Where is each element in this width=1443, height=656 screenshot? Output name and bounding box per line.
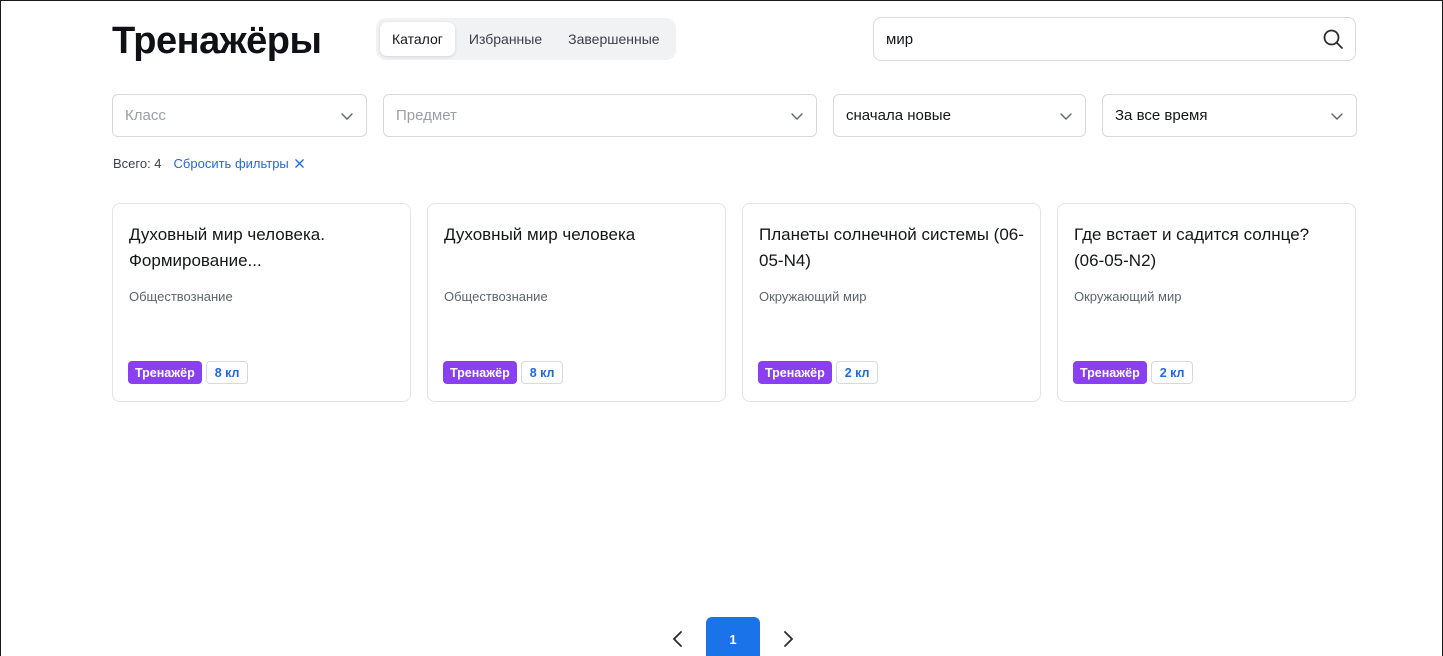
- subject-select-placeholder: Предмет: [396, 107, 457, 124]
- tab-completed[interactable]: Завершенные: [556, 22, 671, 56]
- card-badges: Тренажёр 8 кл: [128, 361, 249, 384]
- reset-filters-link[interactable]: Сбросить фильтры: [174, 156, 304, 171]
- grade-badge: 8 кл: [520, 361, 564, 384]
- card-subject: Окружающий мир: [759, 289, 867, 304]
- chevron-down-icon: [341, 113, 353, 120]
- period-select-value: За все время: [1115, 107, 1208, 124]
- search-icon[interactable]: [1321, 27, 1345, 51]
- next-page-button[interactable]: [772, 619, 804, 656]
- card-subject: Обществознание: [444, 289, 548, 304]
- results-summary: Всего: 4 Сбросить фильтры: [113, 156, 304, 171]
- prev-page-button[interactable]: [662, 619, 694, 656]
- type-badge: Тренажёр: [758, 361, 832, 384]
- grade-select-placeholder: Класс: [125, 107, 166, 124]
- card-badges: Тренажёр 2 кл: [1073, 361, 1194, 384]
- chevron-right-icon: [784, 631, 794, 647]
- period-select[interactable]: За все время: [1102, 94, 1357, 137]
- type-badge: Тренажёр: [1073, 361, 1147, 384]
- card-subject: Окружающий мир: [1074, 289, 1182, 304]
- card-title: Духовный мир человека: [444, 225, 636, 244]
- trainer-card[interactable]: Духовный мир человека Обществознание Тре…: [427, 203, 726, 402]
- search-input[interactable]: [886, 18, 1306, 60]
- tab-favorites[interactable]: Избранные: [457, 22, 554, 56]
- grade-badge: 8 кл: [205, 361, 249, 384]
- reset-filters-label: Сбросить фильтры: [173, 156, 289, 171]
- type-badge: Тренажёр: [128, 361, 202, 384]
- sort-select-value: сначала новые: [846, 107, 951, 124]
- card-badges: Тренажёр 2 кл: [758, 361, 879, 384]
- card-badges: Тренажёр 8 кл: [443, 361, 564, 384]
- subject-select[interactable]: Предмет: [383, 94, 817, 137]
- type-badge: Тренажёр: [443, 361, 517, 384]
- search-box: [873, 17, 1356, 61]
- page-title: Тренажёры: [112, 20, 322, 62]
- chevron-down-icon: [1331, 113, 1343, 120]
- grade-select[interactable]: Класс: [112, 94, 367, 137]
- grade-badge: 2 кл: [835, 361, 879, 384]
- total-count: Всего: 4: [113, 156, 162, 171]
- trainer-card[interactable]: Планеты солнечной системы (06-05-N4) Окр…: [742, 203, 1041, 402]
- view-tabs: Каталог Избранные Завершенные: [376, 18, 676, 60]
- grade-badge: 2 кл: [1150, 361, 1194, 384]
- pagination: 1: [662, 617, 804, 656]
- card-title: Где встает и садится солнце? (06-05-N2): [1074, 225, 1310, 270]
- chevron-down-icon: [791, 113, 803, 120]
- trainer-card[interactable]: Где встает и садится солнце? (06-05-N2) …: [1057, 203, 1356, 402]
- page-number-button[interactable]: 1: [706, 617, 760, 656]
- card-subject: Обществознание: [129, 289, 233, 304]
- tab-catalog[interactable]: Каталог: [380, 22, 455, 56]
- trainer-card[interactable]: Духовный мир человека. Формирование... О…: [112, 203, 411, 402]
- card-title: Духовный мир человека. Формирование...: [129, 225, 325, 270]
- card-title: Планеты солнечной системы (06-05-N4): [759, 225, 1024, 270]
- chevron-left-icon: [672, 631, 682, 647]
- close-icon: [295, 159, 304, 168]
- chevron-down-icon: [1060, 113, 1072, 120]
- sort-select[interactable]: сначала новые: [833, 94, 1086, 137]
